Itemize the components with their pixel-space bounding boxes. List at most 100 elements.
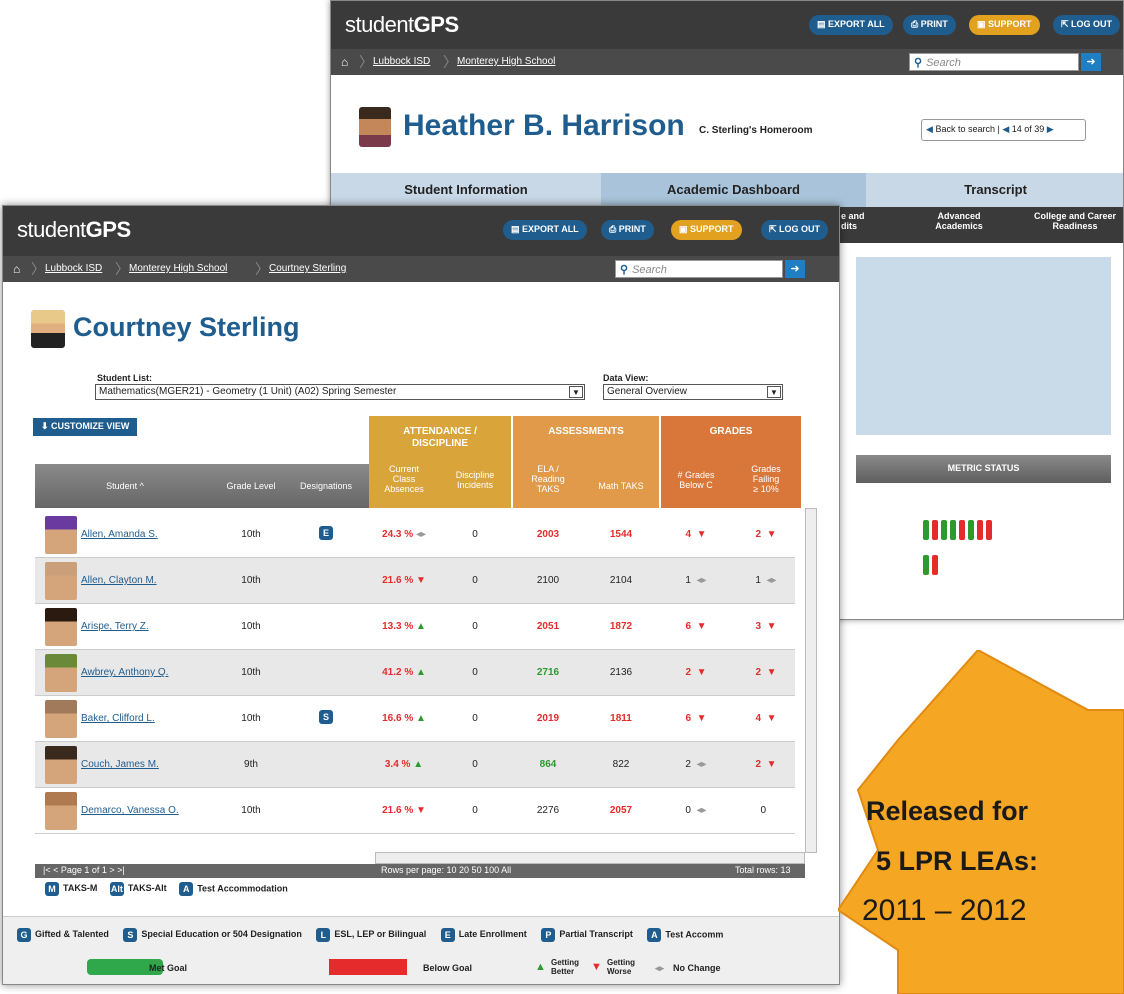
home-icon[interactable]: ⌂ <box>341 55 348 69</box>
getting-better-label: Getting Better <box>551 958 579 976</box>
support-button[interactable]: ▣ SUPPORT <box>969 15 1040 35</box>
column-ela-reading[interactable]: ELA / Reading TAKS <box>513 464 583 494</box>
banner-line-3: 2011 – 2012 <box>862 894 1027 927</box>
getting-worse-label: Getting Worse <box>607 958 635 976</box>
math-taks-score: 1811 <box>610 713 632 724</box>
discipline-incidents: 0 <box>472 529 478 540</box>
rows-per-page[interactable]: Rows per page: 10 20 50 100 All <box>381 865 511 875</box>
column-grades-below-c[interactable]: # Grades Below C <box>661 470 731 490</box>
grades-below-c: 1 ◂▸ <box>685 575 707 586</box>
home-icon[interactable]: ⌂ <box>13 262 20 276</box>
grade-level: 10th <box>241 529 261 540</box>
column-designations[interactable]: Designations <box>289 481 363 491</box>
breadcrumb-teacher[interactable]: Courtney Sterling <box>269 263 346 274</box>
pagination[interactable]: |< < Page 1 of 1 > >| <box>43 865 125 875</box>
discipline-incidents: 0 <box>472 805 478 816</box>
search-submit-button[interactable]: ➜ <box>1081 53 1101 71</box>
front-window: studentGPS ▤ EXPORT ALL ⎙ PRINT ▣ SUPPOR… <box>2 205 840 985</box>
trend-down-icon: ▼ <box>766 621 777 632</box>
app-logo: studentGPS <box>345 12 459 37</box>
column-grades-failing[interactable]: Grades Failing ≥ 10% <box>731 464 801 494</box>
tab-student-information[interactable]: Student Information <box>331 173 601 207</box>
math-taks-score: 822 <box>612 759 630 770</box>
student-name-link[interactable]: Allen, Amanda S. <box>81 529 158 540</box>
table-row: Awbrey, Anthony Q. 10th 41.2 % ▲ 0 2716 … <box>35 650 795 696</box>
column-math-taks[interactable]: Math TAKS <box>583 481 659 491</box>
subtab-advanced-academics[interactable]: Advanced Academics <box>919 211 999 231</box>
discipline-incidents: 0 <box>472 575 478 586</box>
student-name-link[interactable]: Arispe, Terry Z. <box>81 621 149 632</box>
math-taks-score: 2104 <box>609 575 633 586</box>
print-button[interactable]: ⎙ PRINT <box>601 220 654 240</box>
subtab-college-career[interactable]: College and Career Readiness <box>1023 211 1123 231</box>
horizontal-scrollbar[interactable] <box>375 852 805 864</box>
vertical-scrollbar[interactable] <box>805 508 817 853</box>
column-discipline[interactable]: Discipline Incidents <box>439 470 511 490</box>
metric-status-header: METRIC STATUS <box>856 455 1111 483</box>
chevron-down-icon: ▼ <box>569 386 583 398</box>
student-name-link[interactable]: Baker, Clifford L. <box>81 713 155 724</box>
data-view-select[interactable]: General Overview ▼ <box>603 384 783 400</box>
student-name-link[interactable]: Awbrey, Anthony Q. <box>81 667 168 678</box>
search-input[interactable]: ⚲ Search <box>615 260 783 278</box>
breadcrumb-district[interactable]: Lubbock ISD <box>45 263 102 274</box>
student-list-select[interactable]: Mathematics(MGER21) - Geometry (1 Unit) … <box>95 384 585 400</box>
grades-failing: 0 <box>760 805 766 816</box>
total-rows: Total rows: 13 <box>735 865 791 875</box>
back-to-search-control[interactable]: ◀ Back to search | ◀ 14 of 39 ▶ <box>921 119 1086 141</box>
tab-academic-dashboard[interactable]: Academic Dashboard <box>601 173 866 207</box>
math-taks-score: 2136 <box>609 667 633 678</box>
group-assessments: ASSESSMENTS <box>513 416 659 508</box>
subtab-credits[interactable]: e and dits <box>841 211 865 231</box>
column-class-absences[interactable]: Current Class Absences <box>369 464 439 494</box>
table-row: Couch, James M. 9th 3.4 % ▲ 0 864 822 2 … <box>35 742 795 788</box>
breadcrumb-school[interactable]: Monterey High School <box>129 263 227 274</box>
student-table-body: Allen, Amanda S. 10th E 24.3 % ◂▸ 0 2003… <box>3 512 839 852</box>
breadcrumb: ⌂ 〉 Lubbock ISD 〉 Monterey High School 〉… <box>3 256 839 282</box>
search-input[interactable]: ⚲ Search <box>909 53 1079 71</box>
table-footer: |< < Page 1 of 1 > >| Rows per page: 10 … <box>35 864 805 878</box>
grade-level: 10th <box>241 667 261 678</box>
support-button[interactable]: ▣ SUPPORT <box>671 220 742 240</box>
teacher-name: Courtney Sterling <box>73 312 300 342</box>
grades-failing: 2 ▼ <box>755 759 777 770</box>
trend-down-icon: ▼ <box>696 713 707 724</box>
logout-button[interactable]: ⇱ LOG OUT <box>761 220 829 240</box>
designation-legend: G Gifted & Talented S Special Education or… <box>17 928 723 942</box>
class-absences: 21.6 % ▼ <box>382 805 426 816</box>
class-absences: 13.3 % ▲ <box>382 621 426 632</box>
ela-reading-score: 2019 <box>536 713 560 724</box>
grade-level: 10th <box>241 805 261 816</box>
ela-reading-score: 2276 <box>536 805 560 816</box>
ela-reading-score: 2003 <box>536 529 560 540</box>
discipline-incidents: 0 <box>472 713 478 724</box>
breadcrumb: ⌂ 〉 Lubbock ISD 〉 Monterey High School ⚲… <box>331 49 1123 75</box>
export-all-button[interactable]: ▤ EXPORT ALL <box>809 15 893 35</box>
table-row: Arispe, Terry Z. 10th 13.3 % ▲ 0 2051 18… <box>35 604 795 650</box>
student-name-link[interactable]: Couch, James M. <box>81 759 159 770</box>
no-change-icon: ◂▸ <box>696 759 707 770</box>
avatar <box>359 107 391 147</box>
info-panel <box>856 257 1111 435</box>
group-attendance-discipline: ATTENDANCE / DISCIPLINE <box>369 416 511 508</box>
breadcrumb-school[interactable]: Monterey High School <box>457 56 555 67</box>
trend-down-icon: ▼ <box>696 529 707 540</box>
student-name-link[interactable]: Allen, Clayton M. <box>81 575 157 586</box>
logout-button[interactable]: ⇱ LOG OUT <box>1053 15 1121 35</box>
student-name-link[interactable]: Demarco, Vanessa O. <box>81 805 179 816</box>
grade-level: 9th <box>244 759 258 770</box>
search-submit-button[interactable]: ➜ <box>785 260 805 278</box>
tab-transcript[interactable]: Transcript <box>866 173 1123 207</box>
column-student[interactable]: Student ^ <box>65 481 185 491</box>
export-all-button[interactable]: ▤ EXPORT ALL <box>503 220 587 240</box>
print-button[interactable]: ⎙ PRINT <box>903 15 956 35</box>
customize-view-button[interactable]: ⬇ CUSTOMIZE VIEW <box>33 418 138 436</box>
trend-up-icon: ▲ <box>413 759 424 770</box>
avatar <box>31 310 65 348</box>
search-icon: ⚲ <box>914 57 923 69</box>
column-grade-level[interactable]: Grade Level <box>211 481 291 491</box>
no-change-icon: ◂▸ <box>415 529 426 540</box>
grades-below-c: 4 ▼ <box>685 529 707 540</box>
designation-badge: E <box>289 526 363 540</box>
breadcrumb-district[interactable]: Lubbock ISD <box>373 56 430 67</box>
